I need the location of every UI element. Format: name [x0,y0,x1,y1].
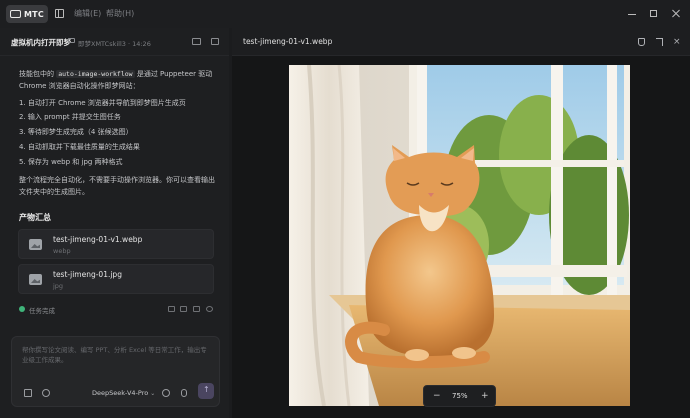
step-item: 3. 等待即梦生成完成（4 张候选图） [19,128,133,136]
chat-meta: 即梦XMTCskill3 · 14:26 [78,40,151,48]
panel-icon[interactable] [211,38,219,45]
app-badge[interactable]: MTC [6,5,48,23]
thumbs-down-icon[interactable] [180,306,187,312]
chat-panel: 虚拟机内打开即梦 即梦XMTCskill3 · 14:26 技能包中的 auto… [0,28,229,418]
intro-text: 技能包中的 [19,70,54,78]
step-item: 1. 自动打开 Chrome 浏览器并导航到即梦图片生成页 [19,99,186,107]
folder-icon [68,38,75,43]
preview-header: test-jimeng-01-v1.webp × [232,28,690,56]
inline-code: auto-image-workflow [56,70,135,78]
artifact-name: test-jimeng-01.jpg [53,270,122,279]
composer[interactable]: 帮你撰写论文阅读、编写 PPT、分析 Excel 等日常工作，输出专业级工作成果… [11,336,220,407]
sidebar-toggle-icon[interactable] [55,9,64,18]
attach-icon[interactable] [42,389,50,397]
chat-mode-icon[interactable] [162,389,170,397]
artifacts-title: 产物汇总 [19,213,51,222]
image-file-icon [29,239,42,250]
preview-image [289,65,630,406]
maximize-icon[interactable] [648,8,660,20]
pin-icon[interactable] [638,38,645,46]
status-check-icon [19,306,25,312]
preview-filename: test-jimeng-01-v1.webp [243,37,333,46]
image-file-icon [29,274,42,285]
app-logo-icon [10,10,21,18]
artifact-card[interactable]: test-jimeng-01-v1.webp webp [18,229,214,259]
mic-icon[interactable] [181,389,187,397]
close-icon[interactable] [670,8,682,20]
artifact-name: test-jimeng-01-v1.webp [53,235,143,244]
copy-icon[interactable] [193,306,200,312]
refresh-icon[interactable] [206,306,213,312]
zoom-in-button[interactable]: + [481,391,489,401]
model-name: DeepSeek-V4-Pro [92,389,149,397]
composer-placeholder[interactable]: 帮你撰写论文阅读、编写 PPT、分析 Excel 等日常工作，输出专业级工作成果… [22,345,212,365]
share-icon[interactable] [192,38,201,45]
app-name: MTC [24,9,44,19]
model-selector[interactable]: DeepSeek-V4-Pro ⌄ [92,389,155,397]
thumbs-up-icon[interactable] [168,306,175,312]
artifact-type: webp [53,247,71,255]
menu-help[interactable]: 帮助(H) [106,8,134,19]
close-preview-icon[interactable]: × [673,38,681,47]
preview-panel: test-jimeng-01-v1.webp × − 75% + [232,28,690,418]
menu-edit[interactable]: 编辑(E) [74,8,101,19]
chat-title: 虚拟机内打开即梦 [11,38,71,47]
minimize-icon[interactable] [626,8,638,20]
send-button[interactable] [198,383,214,399]
step-item: 2. 输入 prompt 并提交生图任务 [19,113,121,121]
app-window: MTC 编辑(E) 帮助(H) 虚拟机内打开即梦 即梦XMTCskill3 · … [0,0,690,418]
zoom-control: − 75% + [423,385,496,407]
chevron-down-icon: ⌄ [150,390,156,397]
status-text: 任务完成 [29,307,55,315]
step-item: 5. 保存为 webp 和 jpg 两种格式 [19,158,123,166]
cat-photo [289,65,630,406]
zoom-level: 75% [452,392,468,400]
chat-header: 虚拟机内打开即梦 即梦XMTCskill3 · 14:26 [0,28,229,56]
intro-paragraph: 技能包中的 auto-image-workflow 是通过 Puppeteer … [19,69,219,92]
step-item: 4. 自动抓取并下载最佳质量的生成结果 [19,143,140,151]
zoom-out-button[interactable]: − [433,391,441,401]
artifact-type: jpg [53,282,64,290]
artifact-card[interactable]: test-jimeng-01.jpg jpg [18,264,214,294]
title-bar: MTC 编辑(E) 帮助(H) [0,0,690,28]
summary-text: 整个流程完全自动化，不需要手动操作浏览器。你可以查看输出文件夹中的生成图片。 [19,176,215,196]
image-icon[interactable] [24,389,32,397]
expand-icon[interactable] [656,38,663,46]
